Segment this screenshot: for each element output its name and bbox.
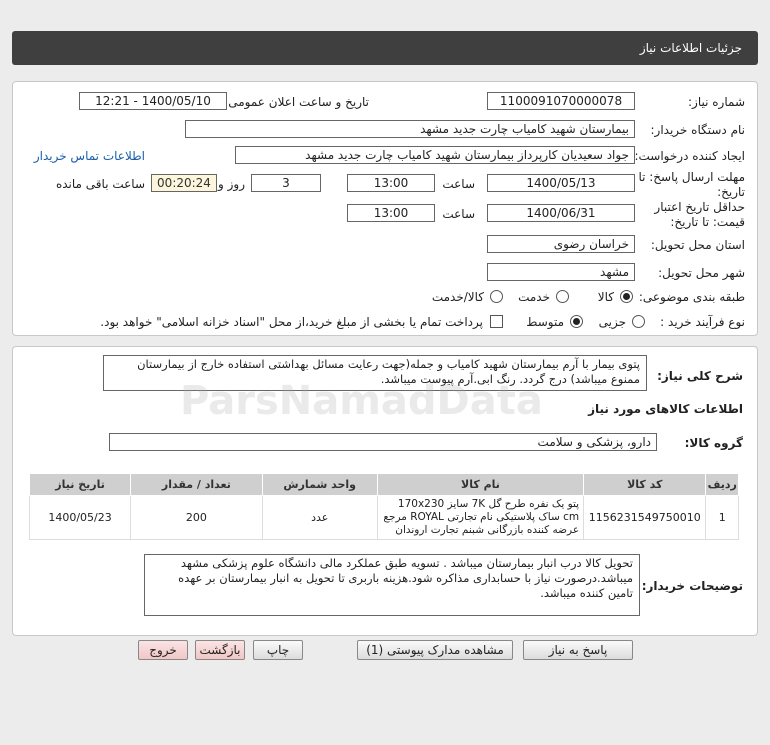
need-number-label: شماره نیاز: bbox=[688, 95, 745, 109]
buyer-notes-box: تحویل کالا درب انبار بیمارستان میباشد . … bbox=[144, 554, 640, 616]
print-button[interactable]: چاپ bbox=[253, 640, 303, 660]
category-label: طبقه بندی موضوعی: bbox=[638, 290, 745, 304]
goods-group-label: گروه کالا: bbox=[684, 436, 743, 450]
category-radio-both[interactable] bbox=[490, 290, 503, 303]
validity-time-field: 13:00 bbox=[347, 204, 435, 222]
announce-field: 1400/05/10 - 12:21 bbox=[79, 92, 227, 110]
validity-time-label: ساعت bbox=[442, 207, 475, 221]
need-number-field: 1100091070000078 bbox=[487, 92, 635, 110]
validity-label: حداقل تاریخ اعتبار قیمت: تا تاریخ: bbox=[654, 200, 745, 230]
province-label: استان محل تحویل: bbox=[650, 238, 745, 252]
days-field: 3 bbox=[251, 174, 321, 192]
cell-row: 1 bbox=[705, 495, 739, 540]
city-label: شهر محل تحویل: bbox=[658, 266, 745, 280]
summary-label: شرح کلی نیاز: bbox=[657, 369, 743, 383]
deadline-time-field: 13:00 bbox=[347, 174, 435, 192]
cell-code: 1156231549750010 bbox=[583, 495, 707, 540]
col-name: نام کالا bbox=[376, 473, 585, 496]
creator-field: جواد سعیدیان کارپرداز بیمارستان شهید کام… bbox=[235, 146, 635, 164]
deadline-time-label: ساعت bbox=[442, 177, 475, 191]
announce-label: تاریخ و ساعت اعلان عمومی: bbox=[224, 95, 369, 109]
col-unit: واحد شمارش bbox=[261, 473, 378, 496]
buyer-org-label: نام دستگاه خریدار: bbox=[650, 123, 746, 137]
treasury-note: پرداخت تمام یا بخشی از مبلغ خرید،از محل … bbox=[100, 315, 483, 329]
table-header-row: ردیف کد کالا نام کالا واحد شمارش تعداد /… bbox=[28, 473, 739, 496]
category-radio-service[interactable] bbox=[556, 290, 569, 303]
buyer-org-field: بیمارستان شهید کامیاب چارت جدید مشهد bbox=[185, 120, 635, 138]
need-info-panel: شماره نیاز: 1100091070000078 تاریخ و ساع… bbox=[12, 81, 758, 336]
goods-group-field: دارو، پزشکی و سلامت bbox=[109, 433, 657, 451]
validity-label-line2: قیمت: تا تاریخ: bbox=[670, 215, 745, 229]
goods-table: ردیف کد کالا نام کالا واحد شمارش تعداد /… bbox=[28, 473, 739, 540]
category-radio-goods[interactable] bbox=[620, 290, 633, 303]
process-option-minor: جزیی bbox=[598, 315, 626, 329]
back-button[interactable]: بازگشت bbox=[195, 640, 245, 660]
remaining-label: ساعت باقی مانده bbox=[55, 177, 145, 191]
province-field: خراسان رضوی bbox=[487, 235, 635, 253]
deadline-label: مهلت ارسال پاسخ: تا تاریخ: bbox=[638, 170, 745, 200]
validity-date-field: 1400/06/31 bbox=[487, 204, 635, 222]
deadline-label-line2: تاریخ: bbox=[717, 185, 745, 199]
page-title: جزئیات اطلاعات نیاز bbox=[12, 31, 758, 65]
process-radio-minor[interactable] bbox=[632, 315, 645, 328]
creator-label: ایجاد کننده درخواست: bbox=[634, 149, 745, 163]
goods-info-title: اطلاعات کالاهای مورد نیاز bbox=[588, 402, 743, 416]
col-qty: تعداد / مقدار bbox=[130, 473, 263, 496]
category-option-both: کالا/خدمت bbox=[431, 290, 484, 304]
treasury-checkbox[interactable] bbox=[490, 315, 503, 328]
city-field: مشهد bbox=[487, 263, 635, 281]
attachments-button[interactable]: مشاهده مدارک پیوستی (1) bbox=[357, 640, 513, 660]
cell-date: 1400/05/23 bbox=[28, 495, 132, 540]
buyer-notes-label: توضیحات خریدار: bbox=[641, 579, 743, 593]
deadline-label-line1: مهلت ارسال پاسخ: تا bbox=[638, 170, 745, 184]
buyer-contact-link[interactable]: اطلاعات تماس خریدار bbox=[34, 149, 145, 163]
remaining-time-field: 00:20:24 bbox=[151, 174, 217, 192]
goods-panel: شرح کلی نیاز: پتوی بیمار با آرم بیمارستا… bbox=[12, 346, 758, 636]
deadline-date-field: 1400/05/13 bbox=[487, 174, 635, 192]
col-row: ردیف bbox=[705, 473, 739, 496]
process-label: نوع فرآیند خرید : bbox=[660, 315, 745, 329]
cell-name: پتو یک نفره طرح گل 7K سایز 170x230 cm سا… bbox=[376, 495, 585, 540]
summary-box: پتوی بیمار با آرم بیمارستان شهید کامیاب … bbox=[103, 355, 647, 391]
col-code: کد کالا bbox=[583, 473, 707, 496]
days-label: روز و bbox=[218, 177, 245, 191]
process-option-medium: متوسط bbox=[526, 315, 564, 329]
cell-unit: عدد bbox=[261, 495, 378, 540]
exit-button[interactable]: خروج bbox=[138, 640, 188, 660]
validity-label-line1: حداقل تاریخ اعتبار bbox=[654, 200, 745, 214]
col-date: تاریخ نیاز bbox=[28, 473, 132, 496]
table-row: 1 1156231549750010 پتو یک نفره طرح گل 7K… bbox=[28, 495, 739, 540]
category-option-goods: کالا bbox=[597, 290, 614, 304]
cell-qty: 200 bbox=[130, 495, 263, 540]
reply-button[interactable]: پاسخ به نیاز bbox=[523, 640, 633, 660]
category-option-service: خدمت bbox=[518, 290, 550, 304]
process-radio-medium[interactable] bbox=[570, 315, 583, 328]
